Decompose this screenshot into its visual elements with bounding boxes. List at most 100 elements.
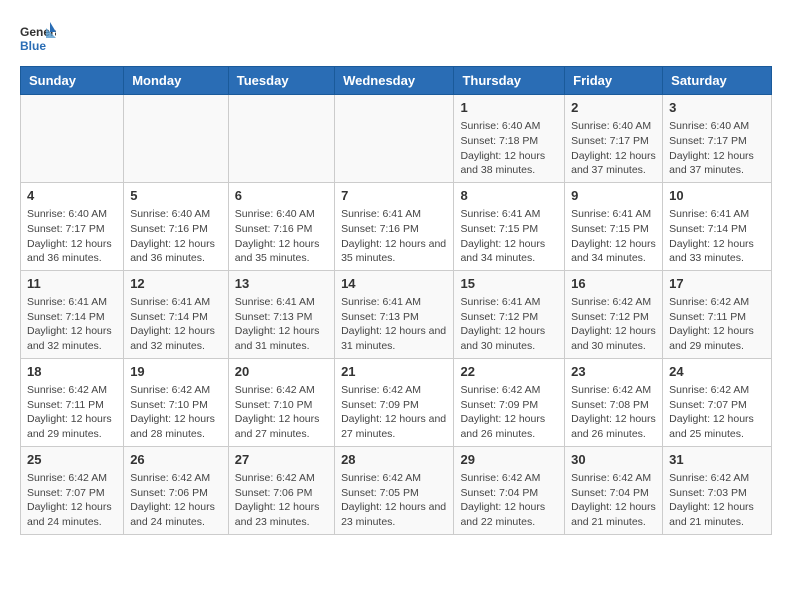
day-number: 3 <box>669 99 765 117</box>
day-number: 14 <box>341 275 447 293</box>
day-info: Sunrise: 6:40 AMSunset: 7:16 PMDaylight:… <box>235 207 328 266</box>
day-number: 27 <box>235 451 328 469</box>
calendar-cell: 27Sunrise: 6:42 AMSunset: 7:06 PMDayligh… <box>228 446 334 534</box>
day-number: 23 <box>571 363 656 381</box>
day-number: 21 <box>341 363 447 381</box>
calendar-cell: 19 Sunrise: 6:42 AMSunset: 7:10 PMDayligh… <box>124 358 229 446</box>
header-tuesday: Tuesday <box>228 67 334 95</box>
calendar-table: SundayMondayTuesdayWednesdayThursdayFrid… <box>20 66 772 535</box>
calendar-cell: 17 Sunrise: 6:42 AMSunset: 7:11 PMDayligh… <box>663 270 772 358</box>
calendar-cell: 21 Sunrise: 6:42 AMSunset: 7:09 PMDayligh… <box>335 358 454 446</box>
calendar-cell <box>124 95 229 183</box>
day-info: Sunrise: 6:42 AMSunset: 7:09 PMDaylight:… <box>460 383 558 442</box>
calendar-cell: 18Sunrise: 6:42 AMSunset: 7:11 PMDayligh… <box>21 358 124 446</box>
day-info: Sunrise: 6:41 AMSunset: 7:14 PMDaylight:… <box>669 207 765 266</box>
day-info: Sunrise: 6:41 AMSunset: 7:15 PMDaylight:… <box>460 207 558 266</box>
day-number: 4 <box>27 187 117 205</box>
day-info: Sunrise: 6:40 AMSunset: 7:16 PMDaylight:… <box>130 207 222 266</box>
day-number: 7 <box>341 187 447 205</box>
day-info: Sunrise: 6:40 AMSunset: 7:17 PMDaylight:… <box>571 119 656 178</box>
day-number: 31 <box>669 451 765 469</box>
day-info: Sunrise: 6:42 AMSunset: 7:04 PMDaylight:… <box>571 471 656 530</box>
calendar-cell: 9 Sunrise: 6:41 AMSunset: 7:15 PMDaylight… <box>565 182 663 270</box>
calendar-cell: 4 Sunrise: 6:40 AMSunset: 7:17 PMDaylight… <box>21 182 124 270</box>
day-info: Sunrise: 6:42 AMSunset: 7:10 PMDaylight:… <box>130 383 222 442</box>
logo-svg: General Blue <box>20 20 56 56</box>
calendar-cell: 29 Sunrise: 6:42 AMSunset: 7:04 PMDayligh… <box>454 446 565 534</box>
day-number: 12 <box>130 275 222 293</box>
day-info: Sunrise: 6:42 AMSunset: 7:03 PMDaylight:… <box>669 471 765 530</box>
calendar-cell: 30 Sunrise: 6:42 AMSunset: 7:04 PMDayligh… <box>565 446 663 534</box>
day-number: 6 <box>235 187 328 205</box>
day-number: 25 <box>27 451 117 469</box>
calendar-cell: 5 Sunrise: 6:40 AMSunset: 7:16 PMDaylight… <box>124 182 229 270</box>
calendar-cell: 12 Sunrise: 6:41 AMSunset: 7:14 PMDayligh… <box>124 270 229 358</box>
calendar-cell: 2 Sunrise: 6:40 AMSunset: 7:17 PMDaylight… <box>565 95 663 183</box>
header-sunday: Sunday <box>21 67 124 95</box>
day-number: 16 <box>571 275 656 293</box>
day-info: Sunrise: 6:41 AMSunset: 7:12 PMDaylight:… <box>460 295 558 354</box>
day-info: Sunrise: 6:40 AMSunset: 7:17 PMDaylight:… <box>27 207 117 266</box>
calendar-cell: 1 Sunrise: 6:40 AMSunset: 7:18 PMDaylight… <box>454 95 565 183</box>
day-number: 15 <box>460 275 558 293</box>
calendar-cell: 28 Sunrise: 6:42 AMSunset: 7:05 PMDayligh… <box>335 446 454 534</box>
header-wednesday: Wednesday <box>335 67 454 95</box>
day-info: Sunrise: 6:42 AMSunset: 7:11 PMDaylight:… <box>27 383 117 442</box>
day-info: Sunrise: 6:42 AMSunset: 7:12 PMDaylight:… <box>571 295 656 354</box>
day-number: 2 <box>571 99 656 117</box>
calendar-cell <box>228 95 334 183</box>
day-info: Sunrise: 6:41 AMSunset: 7:14 PMDaylight:… <box>130 295 222 354</box>
svg-text:Blue: Blue <box>20 39 46 53</box>
day-info: Sunrise: 6:42 AMSunset: 7:06 PMDaylight:… <box>130 471 222 530</box>
day-number: 11 <box>27 275 117 293</box>
day-info: Sunrise: 6:41 AMSunset: 7:13 PMDaylight:… <box>235 295 328 354</box>
day-number: 24 <box>669 363 765 381</box>
day-number: 30 <box>571 451 656 469</box>
day-info: Sunrise: 6:42 AMSunset: 7:10 PMDaylight:… <box>235 383 328 442</box>
calendar-cell: 23 Sunrise: 6:42 AMSunset: 7:08 PMDayligh… <box>565 358 663 446</box>
day-info: Sunrise: 6:42 AMSunset: 7:09 PMDaylight:… <box>341 383 447 442</box>
header-monday: Monday <box>124 67 229 95</box>
day-number: 29 <box>460 451 558 469</box>
calendar-cell: 14 Sunrise: 6:41 AMSunset: 7:13 PMDayligh… <box>335 270 454 358</box>
day-number: 17 <box>669 275 765 293</box>
day-info: Sunrise: 6:41 AMSunset: 7:13 PMDaylight:… <box>341 295 447 354</box>
header-friday: Friday <box>565 67 663 95</box>
calendar-header-row: SundayMondayTuesdayWednesdayThursdayFrid… <box>21 67 772 95</box>
day-number: 19 <box>130 363 222 381</box>
calendar-cell: 22Sunrise: 6:42 AMSunset: 7:09 PMDayligh… <box>454 358 565 446</box>
calendar-cell <box>335 95 454 183</box>
day-info: Sunrise: 6:40 AMSunset: 7:18 PMDaylight:… <box>460 119 558 178</box>
logo: General Blue <box>20 20 56 56</box>
day-info: Sunrise: 6:42 AMSunset: 7:04 PMDaylight:… <box>460 471 558 530</box>
day-info: Sunrise: 6:41 AMSunset: 7:16 PMDaylight:… <box>341 207 447 266</box>
calendar-cell: 15 Sunrise: 6:41 AMSunset: 7:12 PMDayligh… <box>454 270 565 358</box>
day-info: Sunrise: 6:42 AMSunset: 7:08 PMDaylight:… <box>571 383 656 442</box>
week-row-1: 1 Sunrise: 6:40 AMSunset: 7:18 PMDaylight… <box>21 95 772 183</box>
page-header: General Blue <box>20 20 772 56</box>
day-number: 10 <box>669 187 765 205</box>
day-number: 1 <box>460 99 558 117</box>
week-row-5: 25Sunrise: 6:42 AMSunset: 7:07 PMDayligh… <box>21 446 772 534</box>
day-number: 20 <box>235 363 328 381</box>
calendar-cell: 25Sunrise: 6:42 AMSunset: 7:07 PMDayligh… <box>21 446 124 534</box>
calendar-cell: 6 Sunrise: 6:40 AMSunset: 7:16 PMDaylight… <box>228 182 334 270</box>
week-row-2: 4 Sunrise: 6:40 AMSunset: 7:17 PMDaylight… <box>21 182 772 270</box>
day-info: Sunrise: 6:41 AMSunset: 7:14 PMDaylight:… <box>27 295 117 354</box>
calendar-cell: 8Sunrise: 6:41 AMSunset: 7:15 PMDaylight… <box>454 182 565 270</box>
day-info: Sunrise: 6:42 AMSunset: 7:07 PMDaylight:… <box>669 383 765 442</box>
day-number: 13 <box>235 275 328 293</box>
day-info: Sunrise: 6:41 AMSunset: 7:15 PMDaylight:… <box>571 207 656 266</box>
day-number: 5 <box>130 187 222 205</box>
week-row-3: 11 Sunrise: 6:41 AMSunset: 7:14 PMDayligh… <box>21 270 772 358</box>
header-thursday: Thursday <box>454 67 565 95</box>
day-info: Sunrise: 6:42 AMSunset: 7:05 PMDaylight:… <box>341 471 447 530</box>
calendar-cell: 16 Sunrise: 6:42 AMSunset: 7:12 PMDayligh… <box>565 270 663 358</box>
day-number: 28 <box>341 451 447 469</box>
calendar-cell: 7 Sunrise: 6:41 AMSunset: 7:16 PMDaylight… <box>335 182 454 270</box>
logo-container: General Blue <box>20 20 56 56</box>
calendar-cell: 3Sunrise: 6:40 AMSunset: 7:17 PMDaylight… <box>663 95 772 183</box>
day-number: 9 <box>571 187 656 205</box>
calendar-cell <box>21 95 124 183</box>
day-info: Sunrise: 6:42 AMSunset: 7:11 PMDaylight:… <box>669 295 765 354</box>
